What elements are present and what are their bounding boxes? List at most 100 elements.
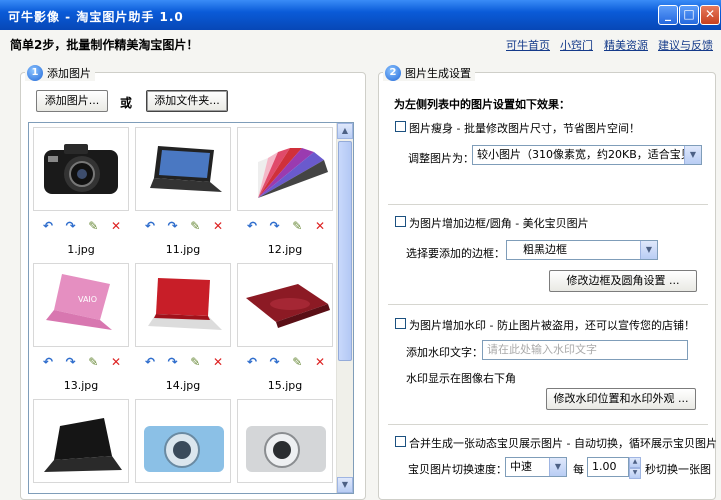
animation-checkbox[interactable] [395,436,406,447]
delete-icon[interactable]: ✕ [313,219,327,233]
watermark-position-note: 水印显示在图像右下角 [406,372,516,385]
delete-icon[interactable]: ✕ [211,219,225,233]
thumb-tools: ↶ ↷ ✎ ✕ [41,219,123,233]
delete-icon[interactable]: ✕ [109,355,123,369]
slim-checkbox[interactable] [395,121,406,132]
image-grid-scrollbar[interactable]: ▲ ▼ [336,123,353,493]
animation-label: 合并生成一张动态宝贝展示图片 - 自动切换，循环展示宝贝图片 [409,437,717,450]
laptop-image [148,278,222,330]
link-resources[interactable]: 精美资源 [604,37,648,53]
edit-icon[interactable]: ✎ [188,355,202,369]
image-grid: ↶ ↷ ✎ ✕ 1.jpg ↶ ↷ ✎ ✕ 11.jpg ↶ ↷ ✎ ✕ 12.… [28,122,354,494]
add-folder-button[interactable]: 添加文件夹... [146,90,228,112]
border-value: 粗黑边框 [523,243,567,256]
thumb-tools [245,491,327,493]
delete-icon[interactable]: ✕ [313,355,327,369]
thumb-tools: ↶ ↷ ✎ ✕ [143,219,225,233]
link-tips[interactable]: 小窍门 [560,37,593,53]
image-size-value: 较小图片（310像素宽，约20KB，适合宝贝图片） [477,148,702,161]
edit-icon[interactable]: ✎ [188,219,202,233]
rotate-right-icon[interactable]: ↷ [268,219,282,233]
add-images-button[interactable]: 添加图片... [36,90,108,112]
seconds-value: 1.00 [592,460,617,473]
rotate-left-icon[interactable]: ↶ [41,355,55,369]
rotate-left-icon[interactable]: ↶ [143,219,157,233]
image-thumbnail[interactable] [135,263,231,347]
chevron-down-icon[interactable]: ▼ [640,241,657,259]
border-checkbox[interactable] [395,216,406,227]
maximize-button[interactable]: □ [679,5,699,25]
or-label: 或 [120,96,133,110]
speed-select[interactable]: 中速 ▼ [505,457,567,477]
thumb-tools: ↶ ↷ ✎ ✕ [245,355,327,369]
image-thumbnail[interactable]: VAIO [33,263,129,347]
rotate-right-icon[interactable]: ↷ [64,219,78,233]
delete-icon[interactable]: ✕ [211,355,225,369]
page-headline: 简单2步，批量制作精美淘宝图片！ [10,38,199,52]
link-feedback[interactable]: 建议与反馈 [658,37,713,53]
speed-label: 宝贝图片切换速度： [408,463,507,476]
image-size-select[interactable]: 较小图片（310像素宽，约20KB，适合宝贝图片） ▼ [472,145,702,165]
divider [388,424,708,425]
rotate-right-icon[interactable]: ↷ [166,355,180,369]
close-button[interactable]: ✕ [700,5,720,25]
watermark-text-label: 添加水印文字： [406,346,483,359]
seconds-input[interactable]: 1.00 [587,457,629,477]
file-name: 13.jpg [63,379,99,392]
step2-legend: 2 图片生成设置 [383,65,475,81]
rotate-left-icon[interactable]: ↶ [143,355,157,369]
edit-icon[interactable]: ✎ [290,219,304,233]
settings-intro: 为左侧列表中的图片设置如下效果： [394,98,570,111]
border-label: 为图片增加边框/圆角 - 美化宝贝图片 [409,217,589,230]
edit-icon[interactable]: ✎ [86,355,100,369]
step1-legend: 1 添加图片 [25,65,95,81]
watermark-settings-button[interactable]: 修改水印位置和水印外观 ... [546,388,696,410]
link-home[interactable]: 可牛首页 [506,37,550,53]
scroll-thumb[interactable] [338,141,352,361]
step2-title: 图片生成设置 [405,67,471,80]
image-thumbnail[interactable] [33,399,129,483]
speed-value: 中速 [510,460,532,473]
minimize-button[interactable]: _ [658,5,678,25]
rotate-left-icon[interactable]: ↶ [245,355,259,369]
stepper-up-icon[interactable]: ▲ [629,457,641,468]
divider [388,304,708,305]
image-thumbnail[interactable] [135,399,231,483]
rotate-right-icon[interactable]: ↷ [268,355,282,369]
laptop-image: VAIO [46,274,112,330]
stepper-down-icon[interactable]: ▼ [629,468,641,479]
edit-icon[interactable]: ✎ [290,355,304,369]
svg-text:VAIO: VAIO [78,295,97,304]
image-thumbnail[interactable] [237,263,333,347]
rotate-right-icon[interactable]: ↷ [166,219,180,233]
image-thumbnail[interactable] [135,127,231,211]
chevron-down-icon[interactable]: ▼ [549,458,566,476]
choose-border-label: 选择要添加的边框： [406,247,505,260]
file-name: 11.jpg [165,243,201,256]
watermark-text-input[interactable]: 请在此处输入水印文字 [482,340,688,360]
watermark-label: 为图片增加水印 - 防止图片被盗用，还可以宣传您的店铺！ [409,319,695,332]
border-select[interactable]: 粗黑边框 ▼ [506,240,658,260]
edit-icon[interactable]: ✎ [86,219,100,233]
rotate-right-icon[interactable]: ↷ [64,355,78,369]
file-name: 15.jpg [267,379,303,392]
camera-image [144,426,224,472]
image-thumbnail[interactable] [237,399,333,483]
adjust-label: 调整图片为： [408,152,474,165]
step1-title: 添加图片 [47,67,91,80]
per-image-label: 秒切换一张图 [645,463,711,476]
scroll-up-icon[interactable]: ▲ [337,123,353,139]
step2-number: 2 [385,65,401,81]
seconds-stepper[interactable]: ▲ ▼ [629,457,641,479]
watermark-checkbox[interactable] [395,318,406,329]
border-settings-button[interactable]: 修改边框及圆角设置 ... [549,270,697,292]
image-thumbnail[interactable] [237,127,333,211]
window-title: 可牛影像 - 淘宝图片助手 1.0 [8,10,184,24]
rotate-left-icon[interactable]: ↶ [41,219,55,233]
rotate-left-icon[interactable]: ↶ [245,219,259,233]
scroll-down-icon[interactable]: ▼ [337,477,353,493]
chevron-down-icon[interactable]: ▼ [684,146,701,164]
delete-icon[interactable]: ✕ [109,219,123,233]
image-thumbnail[interactable] [33,127,129,211]
thumb-tools [143,491,225,493]
